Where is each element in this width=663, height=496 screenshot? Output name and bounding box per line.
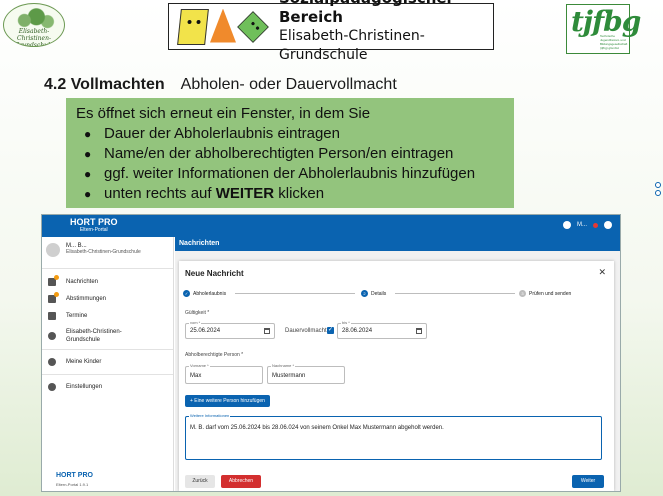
sidebar-profile[interactable]: M... B... Elisabeth-Christinen-Grundschu… [42, 237, 173, 269]
sidebar-item-label: Abstimmungen [66, 295, 107, 302]
tree-icon [10, 6, 58, 30]
lastname-field[interactable]: Nachname * Mustermann [267, 363, 345, 384]
app-window: HORT PRO Eltern-Portal M... M... B... El… [41, 214, 621, 492]
sidebar-item-abstimmungen[interactable]: Abstimmungen [42, 290, 173, 307]
avatar [46, 243, 60, 257]
tjfbg-logo: tjfbg Technische Jugendfreizeit- und Bil… [566, 4, 641, 54]
permanent-checkbox[interactable]: ✓ [327, 327, 334, 334]
people-icon [48, 358, 56, 366]
instruction-bullet: unten rechts auf WEITER klicken [76, 184, 504, 204]
mail-icon [48, 274, 59, 286]
faces-logo [177, 8, 269, 45]
main-content: Nachrichten Neue Nachricht ✕ ✓ Abholerla… [175, 237, 620, 491]
from-date-field[interactable]: vom * 25.06.2024 [185, 320, 275, 339]
footer-version: Eltern-Portal 1.9.1 [56, 482, 89, 487]
tjfbg-logo-small: Technische Jugendfreizeit- und Bildungsg… [600, 34, 628, 50]
section-heading: 4.2 Vollmachten Abholen- oder Dauervollma… [44, 76, 397, 94]
step-number-icon: 3 [519, 290, 526, 297]
sidebar: M... B... Elisabeth-Christinen-Grundschu… [42, 237, 174, 491]
user-menu[interactable]: M... [563, 221, 612, 229]
cancel-button[interactable]: Abbrechen [221, 475, 261, 488]
app-brand[interactable]: HORT PRO Eltern-Portal [70, 217, 118, 233]
instruction-bullet: ggf. weiter Informationen der Abholerlau… [76, 164, 504, 184]
footer-brand: HORT PRO [56, 472, 93, 479]
account-icon[interactable] [604, 221, 612, 229]
calendar-icon[interactable] [264, 328, 270, 334]
status-dot-icon [593, 222, 598, 228]
sidebar-item-nachrichten[interactable]: Nachrichten [42, 273, 173, 290]
sidebar-item-label: Nachrichten [66, 278, 99, 285]
check-icon: ✓ [183, 290, 190, 297]
user-short-name: M... [577, 222, 587, 228]
sidebar-item-label: Einstellungen [66, 384, 103, 390]
info-textarea[interactable]: Weitere Informationen M. B. darf vom 25.… [185, 413, 602, 460]
sidebar-item-kinder[interactable]: Meine Kinder [42, 351, 173, 373]
green-face-icon [237, 10, 269, 43]
instruction-bullet: Dauer der Abholerlaubnis eintragen [76, 124, 504, 144]
validity-label: Gültigkeit * [185, 310, 210, 316]
orange-face-icon [210, 8, 236, 43]
sidebar-item-einstellungen[interactable]: Einstellungen [42, 376, 173, 398]
user-avatar-icon [563, 221, 571, 229]
profile-school: Elisabeth-Christinen-Grundschule [66, 249, 141, 255]
firstname-value: Max [190, 373, 202, 379]
sidebar-item-label: Elisabeth-Christinen-Grundschule [66, 329, 122, 343]
poll-icon [48, 291, 59, 303]
lastname-value: Mustermann [272, 373, 306, 379]
school-logo-text: Elisabeth-Christinen-Grundschule [14, 28, 54, 47]
to-date-field[interactable]: bis * 28.06.2024 [337, 320, 427, 339]
sidebar-item-termine[interactable]: Termine [42, 307, 173, 324]
instruction-box: Es öffnet sich erneut ein Fenster, in de… [66, 98, 514, 208]
firstname-field[interactable]: Vorname * Max [185, 363, 263, 384]
widget-icon[interactable] [655, 190, 661, 196]
instruction-intro: Es öffnet sich erneut ein Fenster, in de… [76, 105, 371, 122]
to-date-value: 28.06.2024 [342, 328, 373, 334]
info-value: M. B. darf vom 25.06.2024 bis 28.06.024 … [190, 425, 444, 431]
banner-subtitle: Elisabeth-Christinen-Grundschule [279, 27, 425, 63]
sidebar-item-school[interactable]: Elisabeth-Christinen-Grundschule [42, 324, 173, 348]
school-logo: Elisabeth-Christinen-Grundschule [3, 3, 65, 47]
section-subtitle: Abholen- oder Dauervollmacht [180, 76, 397, 93]
calendar-icon[interactable] [416, 328, 422, 334]
next-button[interactable]: Weiter [572, 475, 604, 488]
sidebar-item-label: Meine Kinder [66, 359, 102, 365]
dialog-title: Neue Nachricht [185, 269, 244, 278]
step-pruefen[interactable]: 3 Prüfen und senden [519, 290, 571, 297]
app-brand-sub: Eltern-Portal [79, 227, 108, 233]
side-widgets [655, 182, 661, 198]
from-date-value: 25.06.2024 [190, 328, 221, 334]
stepper: ✓ Abholerlaubnis 2 Details 3 Prüfen und … [183, 290, 598, 302]
close-icon[interactable]: ✕ [598, 267, 606, 278]
page-title: Nachrichten [175, 237, 620, 251]
sidebar-footer: HORT PRO Eltern-Portal 1.9.1 [56, 464, 93, 487]
back-button[interactable]: Zurück [185, 475, 215, 488]
new-message-dialog: Neue Nachricht ✕ ✓ Abholerlaubnis 2 Deta… [179, 261, 614, 491]
add-person-button[interactable]: + Eine weitere Person hinzufügen [185, 395, 270, 407]
permanent-label: Dauervollmacht [285, 328, 327, 334]
person-label: Abholberechtigte Person * [185, 352, 244, 358]
instruction-bullet: Name/en der abholberechtigten Person/en … [76, 144, 504, 164]
banner-title: Sozialpädagogischer Bereich [279, 0, 454, 26]
step-abholerlaubnis[interactable]: ✓ Abholerlaubnis [183, 290, 226, 297]
gear-icon [48, 383, 56, 391]
banner: Sozialpädagogischer Bereich Elisabeth-Ch… [168, 0, 494, 63]
yellow-face-icon [177, 8, 209, 45]
calendar-icon [48, 311, 56, 320]
app-topbar: HORT PRO Eltern-Portal M... [42, 215, 620, 237]
step-details[interactable]: 2 Details [361, 290, 386, 297]
widget-icon[interactable] [655, 182, 661, 188]
sidebar-item-label: Termine [66, 312, 88, 319]
weiter-emphasis: WEITER [215, 185, 275, 202]
step-number-icon: 2 [361, 290, 368, 297]
info-icon [48, 332, 56, 340]
section-title: 4.2 Vollmachten [44, 76, 165, 93]
